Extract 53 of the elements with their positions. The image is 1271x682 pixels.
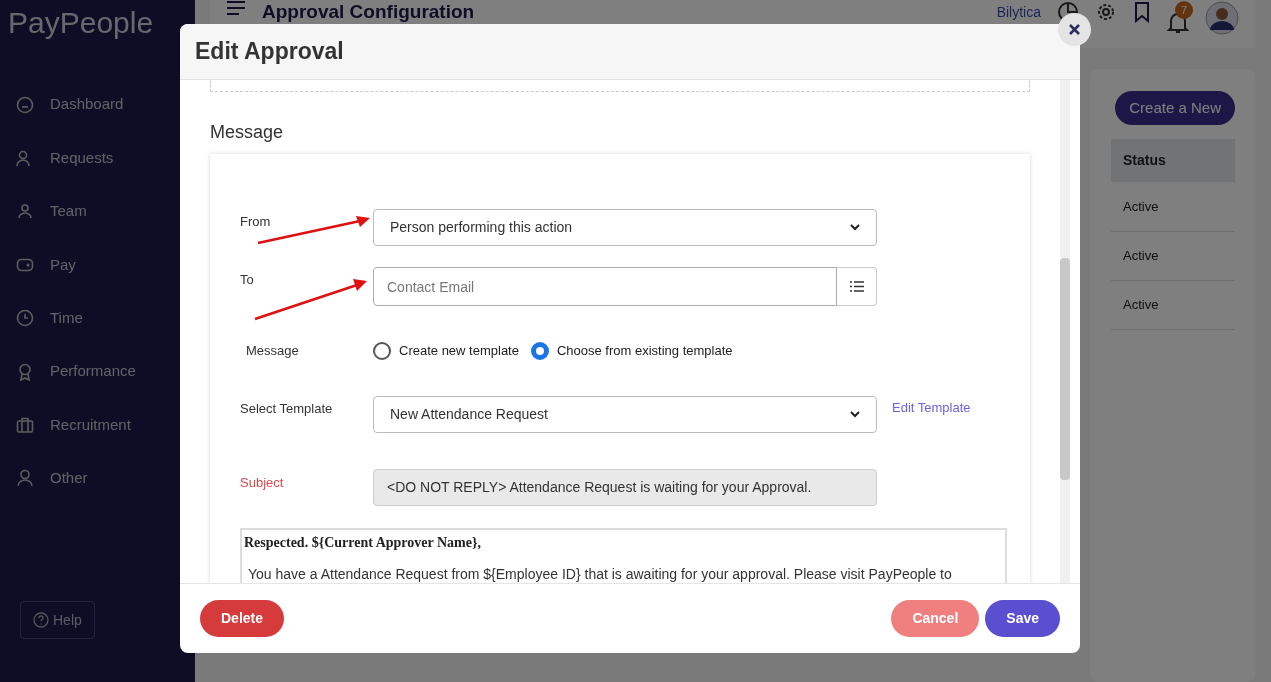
from-select[interactable]: Person performing this action [373,209,877,246]
award-icon [16,362,34,381]
sidebar-item[interactable]: Recruitment [16,398,179,452]
sidebar-item[interactable]: Pay [16,238,179,292]
sidebar-item[interactable]: Dashboard [16,78,179,132]
list-icon [849,281,864,292]
field-label: Message [245,342,300,360]
close-icon [1069,24,1080,35]
table-cell: Active [1111,231,1235,280]
app-logo: PayPeople [8,8,154,38]
sidebar-item[interactable]: Performance [16,344,179,399]
greeting-text: Respected. ${Current Approver Name}, [244,533,482,552]
subject-label: Subject [240,473,285,492]
help-icon [33,612,49,629]
template-select[interactable]: New Attendance Request [373,395,877,433]
section-heading: Message [210,121,285,144]
column-header: Status [1111,139,1235,182]
dialog-title: Edit Approval [195,37,344,67]
notification-count: 7 [1175,1,1193,19]
avatar-icon[interactable] [1205,1,1239,35]
briefcase-icon [16,416,34,435]
sidebar-item[interactable]: Time [16,291,179,345]
sidebar-item[interactable]: Other [16,451,179,506]
table-cell: Active [1111,280,1235,329]
home-icon [16,95,34,114]
table-cell: Active [1111,182,1235,231]
field-label: To [240,271,254,289]
message-text: You have a Attendance Request from ${Employee ID} that is awaiting for your approval. Please visit PayPeople to [247,564,953,583]
clock-icon [16,309,34,328]
field-label: From [240,213,271,231]
delete-button[interactable]: Delete [200,600,285,637]
company-link[interactable]: Bilytica [996,3,1041,21]
person-icon [16,469,34,488]
email-input-field[interactable]: Contact Email [373,267,837,306]
list-button[interactable] [837,267,877,306]
subject-field: <DO NOT REPLY> Attendance Request is waiting for your Approval. [373,468,877,506]
cancel-button[interactable]: Cancel [891,600,980,637]
save-button[interactable]: Save [985,600,1060,637]
bookmark-icon[interactable] [1133,1,1151,23]
menu-icon[interactable] [226,1,246,15]
help-button[interactable]: Help [20,601,95,640]
sidebar-item[interactable]: Requests [16,131,179,185]
scrollbar-thumb[interactable] [1060,258,1070,480]
create-new-button[interactable]: Create a New [1115,91,1235,125]
field-label: Select Template [240,399,334,418]
template-radio-option[interactable]: Create new template [373,341,519,361]
page-title: Approval Configuration [262,1,475,22]
chevron-down-icon [850,224,860,231]
edit-template-link[interactable]: Edit Template [892,397,998,417]
chevron-down-icon [850,410,860,418]
sidebar-item[interactable]: Team [16,184,179,239]
settings-icon[interactable] [1095,1,1117,23]
template-radio-option[interactable]: Choose from existing template [530,341,733,361]
